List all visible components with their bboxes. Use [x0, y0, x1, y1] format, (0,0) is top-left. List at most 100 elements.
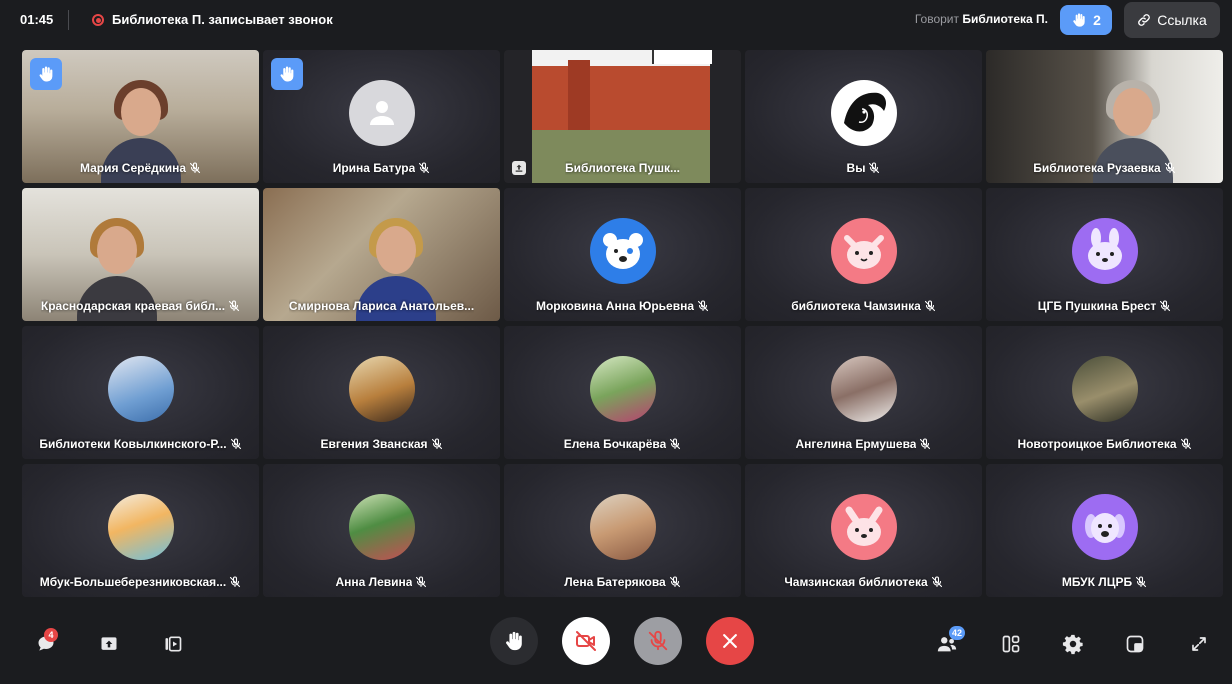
participant-name: Мария Серёдкина — [79, 161, 187, 175]
participant-tile[interactable]: Вы — [745, 50, 982, 183]
chat-button[interactable]: 4 — [28, 626, 64, 662]
user-placeholder-icon — [369, 101, 394, 125]
participant-name-row: Мбук-Большеберезниковская... — [22, 575, 259, 589]
participant-tile[interactable]: Мария Серёдкина — [22, 50, 259, 183]
participant-avatar — [1071, 356, 1138, 422]
participant-tile[interactable]: Краснодарская краевая библ... — [22, 188, 259, 321]
participant-avatar — [830, 494, 897, 560]
participant-name: Елена Бочкарёва — [563, 437, 667, 451]
mic-toggle-button[interactable] — [634, 617, 682, 665]
participant-name-row: Библиотеки Ковылкинского-Р... — [22, 437, 259, 451]
fullscreen-button[interactable] — [1181, 626, 1217, 662]
participant-name: ЦГБ Пушкина Брест — [1037, 299, 1157, 313]
participant-tile[interactable]: Анна Левина — [263, 464, 500, 597]
participant-tile[interactable]: МБУК ЛЦРБ — [986, 464, 1223, 597]
mic-off-icon — [920, 438, 931, 450]
mic-off-icon — [1136, 576, 1147, 588]
participant-tile[interactable]: библиотека Чамзинка — [745, 188, 982, 321]
gear-icon — [1062, 634, 1083, 655]
participant-name-row: Мария Серёдкина — [22, 161, 259, 175]
participant-name: Библиотеки Ковылкинского-Р... — [39, 437, 227, 451]
participant-tile[interactable]: Библиотека Рузаевка — [986, 50, 1223, 183]
participant-name: Смирнова Лариса Анатольев... — [288, 299, 475, 313]
copy-link-label: Ссылка — [1157, 12, 1207, 28]
participant-tile[interactable]: Смирнова Лариса Анатольев... — [263, 188, 500, 321]
participant-name-row: Морковина Анна Юрьевна — [504, 299, 741, 313]
participants-button[interactable]: 42 — [929, 626, 966, 662]
mic-off-icon — [190, 162, 201, 174]
settings-button[interactable] — [1055, 626, 1091, 662]
participant-tile[interactable]: Ирина Батура — [263, 50, 500, 183]
participant-tile[interactable]: Морковина Анна Юрьевна — [504, 188, 741, 321]
mic-off-icon — [230, 576, 241, 588]
participant-avatar — [348, 494, 415, 560]
participant-avatar — [589, 356, 656, 422]
cat-avatar-icon — [843, 235, 884, 269]
mic-off-icon — [416, 576, 427, 588]
raise-hand-button[interactable] — [490, 617, 538, 665]
record-icon — [92, 14, 104, 26]
participant-name-row: Елена Бочкарёва — [504, 437, 741, 451]
participant-name-row: Вы — [745, 161, 982, 175]
raised-hands-count: 2 — [1093, 12, 1101, 28]
participant-name: Ирина Батура — [332, 161, 416, 175]
participant-tile[interactable]: Евгения Званская — [263, 326, 500, 459]
participant-tile[interactable]: Чамзинская библиотека — [745, 464, 982, 597]
participant-name: Новотроицкое Библиотека — [1017, 437, 1177, 451]
participant-tile[interactable]: Библиотеки Ковылкинского-Р... — [22, 326, 259, 459]
participant-name-row: Лена Батерякова — [504, 575, 741, 589]
participant-tile[interactable]: Ангелина Ермушева — [745, 326, 982, 459]
participant-avatar — [1071, 218, 1138, 284]
participant-name-row: Краснодарская краевая библ... — [22, 299, 259, 313]
layout-grid-icon — [1002, 635, 1020, 653]
participant-name: Краснодарская краевая библ... — [40, 299, 226, 313]
bear-avatar-icon — [602, 233, 643, 269]
participant-name: Библиотека Рузаевка — [1033, 161, 1161, 175]
participant-name-row: Евгения Званская — [263, 437, 500, 451]
mic-off-icon — [869, 162, 880, 174]
mic-off-icon — [419, 162, 430, 174]
participant-tile[interactable]: Елена Бочкарёва — [504, 326, 741, 459]
participant-avatar — [589, 494, 656, 560]
fullscreen-icon — [1192, 637, 1206, 651]
camera-off-icon — [576, 631, 596, 651]
participant-name: Мбук-Большеберезниковская... — [39, 575, 227, 589]
participant-name: Ангелина Ермушева — [795, 437, 917, 451]
layout-button[interactable] — [993, 626, 1029, 662]
participant-name: Анна Левина — [335, 575, 413, 589]
participant-name-row: ЦГБ Пушкина Брест — [986, 299, 1223, 313]
participant-tile[interactable]: Библиотека Пушк... — [504, 50, 741, 183]
participant-avatar — [1071, 494, 1138, 560]
raised-hands-button[interactable]: 2 — [1060, 5, 1112, 35]
divider — [68, 10, 69, 30]
participant-name-row: Новотроицкое Библиотека — [986, 437, 1223, 451]
top-bar: 01:45 Библиотека П. записывает звонок Го… — [0, 0, 1232, 40]
link-icon — [1138, 14, 1151, 26]
mic-off-icon — [670, 438, 681, 450]
mic-off-icon — [648, 630, 668, 651]
bunny-avatar-icon — [1087, 228, 1122, 270]
copy-link-button[interactable]: Ссылка — [1124, 2, 1220, 38]
participant-tile[interactable]: Лена Батерякова — [504, 464, 741, 597]
call-timer: 01:45 — [20, 12, 54, 27]
participant-tile[interactable]: Новотроицкое Библиотека — [986, 326, 1223, 459]
camera-toggle-button[interactable] — [562, 617, 610, 665]
participant-name-row: Чамзинская библиотека — [745, 575, 982, 589]
speaking-name: Библиотека П. — [962, 12, 1048, 26]
bottom-toolbar: 4 42 — [0, 604, 1232, 684]
mic-off-icon — [924, 300, 935, 312]
participant-avatar — [830, 80, 897, 146]
end-call-button[interactable] — [706, 617, 754, 665]
chat-unread-badge: 4 — [44, 628, 58, 642]
broadcast-button[interactable] — [155, 626, 191, 662]
participant-tile[interactable]: Мбук-Большеберезниковская... — [22, 464, 259, 597]
participant-avatar — [107, 356, 174, 422]
participant-tile[interactable]: ЦГБ Пушкина Брест — [986, 188, 1223, 321]
share-screen-button[interactable] — [91, 626, 127, 662]
picture-in-picture-button[interactable] — [1117, 626, 1153, 662]
mic-off-icon — [431, 438, 442, 450]
raised-hand-badge — [30, 58, 62, 90]
mic-off-icon — [1160, 300, 1171, 312]
participants-grid: Мария Серёдкина Ирина Батура Библиотека … — [22, 50, 1223, 597]
recording-status: Библиотека П. записывает звонок — [112, 12, 333, 27]
